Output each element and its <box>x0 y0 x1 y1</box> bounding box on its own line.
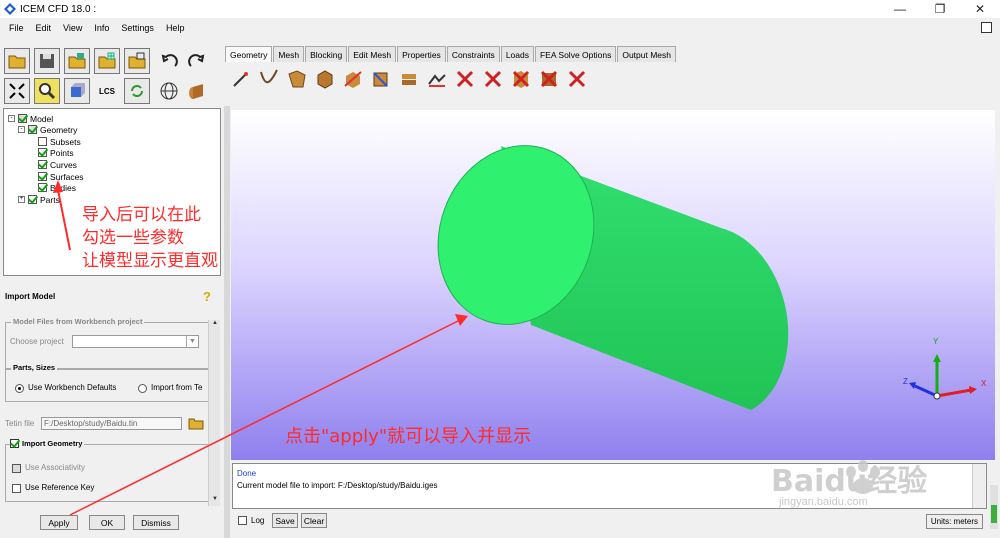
annotation-line: 让模型显示更直观 <box>82 251 218 271</box>
annotation-arrowhead-1 <box>53 180 63 193</box>
annotation-line: 导入后可以在此 <box>82 205 201 225</box>
annotation-arrowhead-2 <box>455 314 468 326</box>
baidu-watermark: Baidu经验 jingyan.baidu.com <box>765 452 950 512</box>
annotation-note-2: 点击"apply"就可以导入并显示 <box>285 426 532 447</box>
watermark-brand: Baidu经验 <box>771 464 928 499</box>
annotation-line: 勾选一些参数 <box>82 228 184 248</box>
watermark-url: jingyan.baidu.com <box>779 496 868 508</box>
annotation-arrow-2 <box>69 319 461 516</box>
annotation-arrow-1 <box>57 189 71 251</box>
annotation-note-1: 导入后可以在此 勾选一些参数 让模型显示更直观 <box>82 204 218 273</box>
